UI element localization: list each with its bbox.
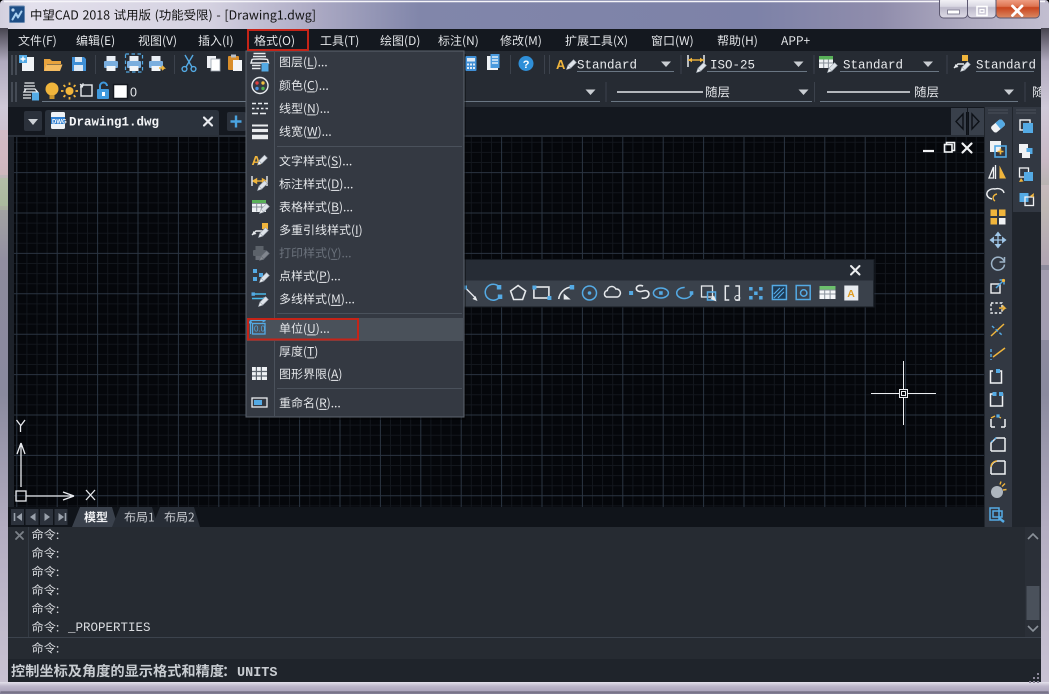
svg-text:Drawing1.dwg: Drawing1.dwg [69,116,159,130]
svg-text:A: A [556,57,566,72]
svg-text:?: ? [523,59,530,71]
svg-text:_PROPERTIES: _PROPERTIES [67,621,151,635]
svg-text:0: 0 [130,86,137,100]
svg-text:ISO-25: ISO-25 [710,59,755,73]
svg-text:Standard: Standard [577,59,637,73]
svg-text:A: A [847,288,855,300]
svg-text:UNITS: UNITS [237,666,278,681]
svg-text:Standard: Standard [843,59,903,73]
svg-text:Standard: Standard [976,59,1036,73]
svg-text:DWG: DWG [52,120,67,126]
svg-text:0.0: 0.0 [254,325,266,334]
